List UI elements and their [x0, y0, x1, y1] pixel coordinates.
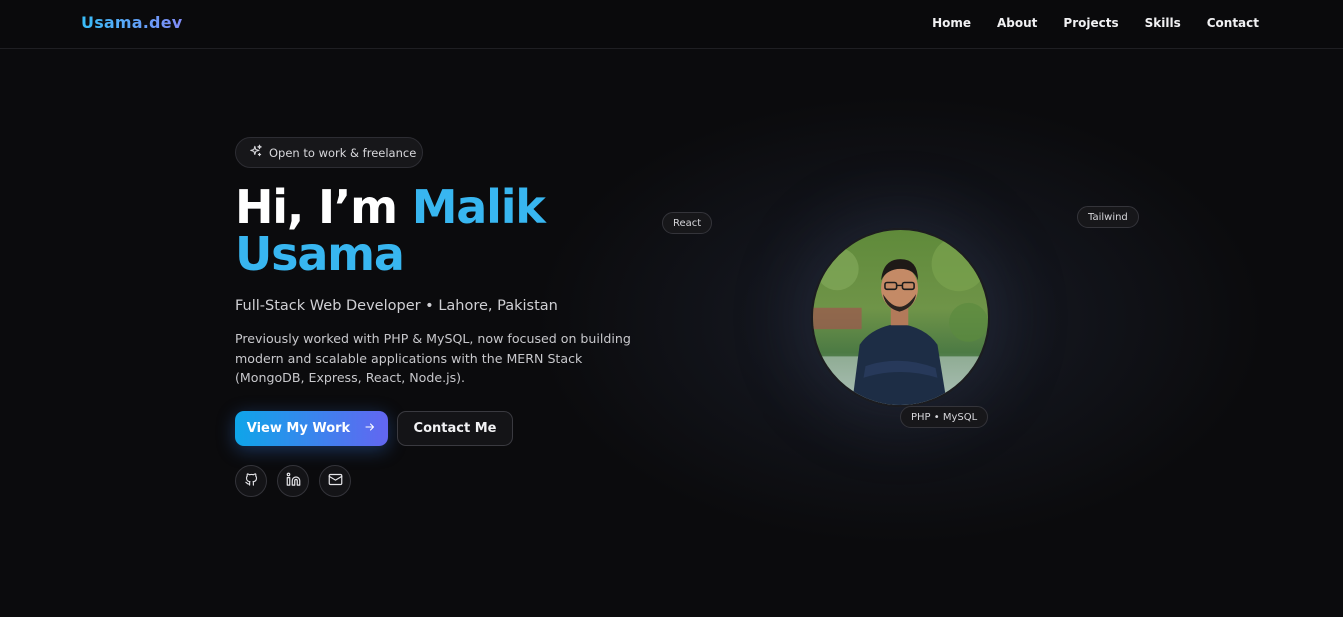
title-prefix: Hi, I’m [235, 180, 398, 234]
view-my-work-label: View My Work [246, 421, 351, 436]
tag-php-mysql: PHP • MySQL [900, 406, 989, 428]
arrow-right-icon [364, 421, 376, 437]
view-my-work-button[interactable]: View My Work [235, 411, 388, 446]
contact-me-button[interactable]: Contact Me [397, 411, 513, 446]
profile-photo-illustration [813, 230, 988, 405]
nav-link-projects[interactable]: Projects [1063, 16, 1118, 30]
hero-description: Previously worked with PHP & MySQL, now … [235, 331, 631, 385]
profile-avatar [811, 228, 990, 407]
sparkles-icon [249, 144, 263, 161]
title-name-last: Usama [235, 227, 405, 281]
tag-tailwind: Tailwind [1077, 206, 1139, 228]
github-link[interactable] [235, 465, 267, 497]
linkedin-link[interactable] [277, 465, 309, 497]
site-logo[interactable]: Usama.dev [81, 13, 182, 32]
social-links [235, 465, 351, 497]
nav-link-about[interactable]: About [997, 16, 1037, 30]
badge-label: Open to work & freelance [269, 145, 417, 160]
title-name-first: Malik [411, 180, 546, 234]
top-navbar: Usama.dev Home About Projects Skills Con… [0, 0, 1343, 49]
nav-link-home[interactable]: Home [932, 16, 971, 30]
nav-links: Home About Projects Skills Contact [932, 16, 1259, 30]
hero-subtitle: Full-Stack Web Developer • Lahore, Pakis… [235, 298, 558, 314]
linkedin-icon [286, 472, 301, 491]
nav-link-skills[interactable]: Skills [1145, 16, 1181, 30]
tag-react: React [662, 212, 713, 234]
availability-badge: Open to work & freelance [235, 137, 423, 168]
github-icon [244, 472, 259, 491]
mail-icon [328, 472, 343, 491]
hero-title: Hi, I’m Malik Usama [235, 184, 675, 278]
nav-link-contact[interactable]: Contact [1207, 16, 1259, 30]
email-link[interactable] [319, 465, 351, 497]
